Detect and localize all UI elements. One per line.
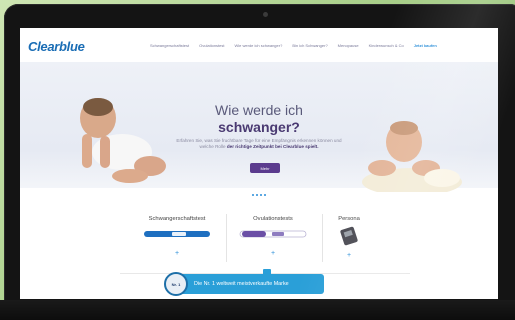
product-title: Persona <box>338 216 360 222</box>
badge-label: Die Nr. 1 weltweit meistverkaufte Marke <box>194 281 289 287</box>
clearblue-logo[interactable]: Clearblue <box>28 39 85 54</box>
laptop-base <box>0 300 515 320</box>
nav-item-jetzt-kaufen[interactable]: Jetzt kaufen <box>414 43 437 48</box>
nav-item-kinderwunsch[interactable]: Kinderwunsch & Co <box>369 43 404 48</box>
pregnancy-test-image <box>144 231 210 237</box>
section-divider-dots <box>252 194 266 197</box>
site-header: Clearblue Schwangerschaftstest Ovulation… <box>20 28 498 62</box>
ovulation-test-image <box>239 230 307 238</box>
product-separator <box>226 214 227 262</box>
hero-subtitle-bold: der richtige Zeitpunkt bei Clearblue spi… <box>226 144 319 149</box>
browser-screen: Clearblue Schwangerschaftstest Ovulation… <box>20 28 498 299</box>
main-nav: Schwangerschaftstest Ovulationstest Wie … <box>150 43 437 48</box>
nav-item-ovulationstest[interactable]: Ovulationstest <box>199 43 224 48</box>
seal-icon: Nr. 1 <box>164 272 188 296</box>
hero-more-button[interactable]: Mehr <box>250 163 280 173</box>
product-expand-icon[interactable]: + <box>132 250 222 257</box>
hero-subtitle: Erfahren Sie, was Sie fruchtbare Tage fü… <box>175 138 343 150</box>
product-card-schwangerschaftstest[interactable]: Schwangerschaftstest + <box>132 216 222 257</box>
product-expand-icon[interactable]: + <box>304 252 394 259</box>
nav-item-bin-ich-schwanger[interactable]: Bin ich Schwanger? <box>292 43 327 48</box>
camera-icon <box>263 12 268 17</box>
nav-item-wie-werde-ich-schwanger[interactable]: Wie werde ich schwanger? <box>235 43 283 48</box>
product-title: Schwangerschaftstest <box>148 216 206 222</box>
product-card-persona[interactable]: Persona + <box>304 216 394 259</box>
persona-device-image <box>340 226 358 246</box>
bestseller-badge[interactable]: Nr. 1 Die Nr. 1 weltweit meistverkaufte … <box>164 272 324 296</box>
baby-lying-image <box>362 121 462 192</box>
nav-item-menopause[interactable]: Menopause <box>338 43 359 48</box>
nav-item-schwangerschaftstest[interactable]: Schwangerschaftstest <box>150 43 189 48</box>
hero-banner: Wie werde ich schwanger? Erfahren Sie, w… <box>20 62 498 192</box>
